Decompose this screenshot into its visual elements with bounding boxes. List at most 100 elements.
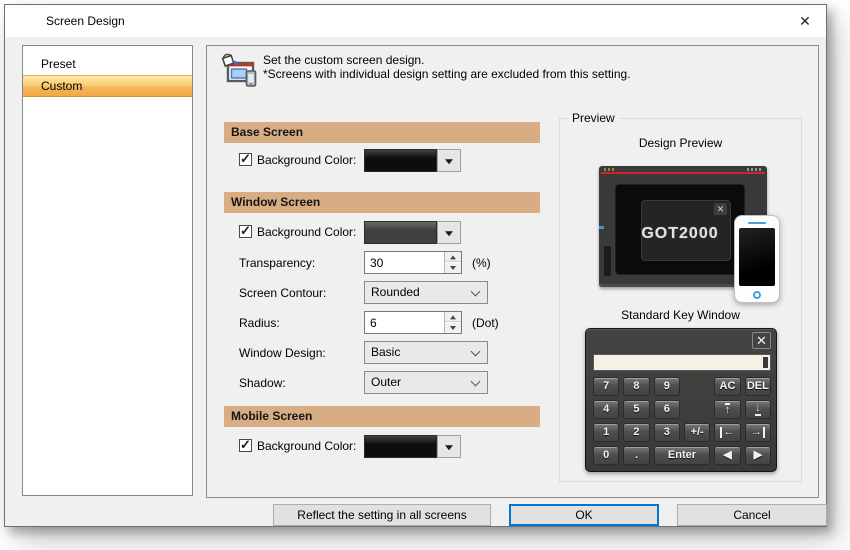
- key-label: 4: [603, 403, 610, 415]
- design-preview-title: Design Preview: [638, 136, 723, 150]
- keypad-key-4: 4: [593, 400, 620, 419]
- list-item-preset[interactable]: Preset: [23, 53, 192, 75]
- key-label: ▶: [753, 449, 763, 461]
- key-label: 8: [633, 380, 640, 392]
- spin-down-button[interactable]: [445, 263, 461, 273]
- base-color-dropdown-button[interactable]: [437, 149, 461, 172]
- keypad-key-8: 8: [623, 377, 650, 396]
- keypad-key-3: 3: [653, 423, 680, 442]
- key-label: ↓: [755, 402, 761, 416]
- window-background-color-swatch[interactable]: [364, 221, 437, 244]
- radius-spinner: [364, 311, 462, 334]
- design-type-list: Preset Custom: [22, 45, 193, 496]
- mobile-phone-preview: [734, 215, 780, 303]
- transparency-spinner: [364, 251, 462, 274]
- dialog-title: Screen Design: [46, 14, 125, 28]
- window-close-icon: ✕: [714, 203, 727, 215]
- spin-up-button[interactable]: [445, 312, 461, 322]
- key-label: 1: [603, 426, 610, 438]
- screen-contour-value: Rounded: [371, 285, 420, 299]
- section-header-base-screen: Base Screen: [224, 122, 540, 143]
- preview-group-label: Preview: [568, 111, 619, 125]
- transparency-unit: (%): [472, 256, 491, 270]
- cancel-button[interactable]: Cancel: [677, 504, 827, 526]
- key-window-title: Standard Key Window: [621, 308, 740, 322]
- preview-group: Preview Design Preview ✕ GOT2000 Standar…: [559, 111, 802, 482]
- settings-panel: Set the custom screen design. *Screens w…: [206, 45, 819, 498]
- got-screen: ✕ GOT2000: [615, 184, 745, 275]
- base-background-color-checkbox[interactable]: [239, 151, 252, 167]
- window-background-color-checkbox[interactable]: [239, 223, 252, 239]
- list-item-custom[interactable]: Custom: [23, 75, 192, 97]
- keypad-key-AC: AC: [714, 377, 741, 396]
- transparency-input[interactable]: [365, 252, 443, 273]
- key-label: 6: [663, 403, 670, 415]
- keypad-keys: 7 8 9 AC DEL 4 5 6 ↑ ↓ 1 2 3 +/- ← → 0. Enter ◀ ▶: [593, 377, 771, 465]
- chevron-down-icon: [470, 286, 481, 297]
- bezel-red-stripe: [601, 172, 765, 174]
- keypad-key-↑: ↑: [714, 400, 741, 419]
- keypad-key-9: 9: [653, 377, 680, 396]
- dropdown-arrow-icon: [445, 230, 453, 236]
- spin-down-icon: [450, 326, 456, 330]
- bezel-detail: [599, 226, 604, 229]
- screen-contour-select[interactable]: Rounded: [364, 281, 488, 304]
- mobile-background-color-label: Background Color:: [257, 439, 357, 453]
- spin-down-icon: [450, 266, 456, 270]
- key-label: ←: [720, 427, 734, 438]
- spin-down-button[interactable]: [445, 323, 461, 333]
- keypad-close-icon: ✕: [752, 332, 771, 349]
- key-label: Enter: [667, 449, 697, 461]
- keypad-key-◀: ◀: [714, 446, 741, 465]
- key-label: .: [634, 449, 639, 461]
- chevron-down-icon: [470, 346, 481, 357]
- spin-up-icon: [450, 254, 456, 259]
- chevron-down-icon: [470, 376, 481, 387]
- screen-contour-label: Screen Contour:: [239, 286, 327, 300]
- key-label: AC: [719, 380, 736, 392]
- radius-input[interactable]: [365, 312, 443, 333]
- close-icon[interactable]: ✕: [792, 10, 818, 32]
- base-background-color-label: Background Color:: [257, 153, 357, 167]
- intro-line-2: *Screens with individual design setting …: [263, 67, 631, 81]
- phone-speaker: [748, 222, 766, 224]
- base-background-color-swatch[interactable]: [364, 149, 437, 172]
- reflect-setting-button[interactable]: Reflect the setting in all screens: [273, 504, 491, 526]
- bezel-detail: [747, 168, 761, 171]
- key-label: 5: [633, 403, 640, 415]
- keypad-key-↓: ↓: [744, 400, 771, 419]
- screen-design-dialog: Screen Design ✕ Preset Custom Set the cu…: [4, 4, 827, 527]
- keypad-input-display: [593, 354, 771, 371]
- mobile-color-dropdown-button[interactable]: [437, 435, 461, 458]
- keypad-key-Enter: Enter: [653, 446, 711, 465]
- key-label: ↑: [724, 403, 731, 416]
- spin-up-button[interactable]: [445, 252, 461, 262]
- keypad-key-6: 6: [653, 400, 680, 419]
- transparency-label: Transparency:: [239, 256, 316, 270]
- radius-label: Radius:: [239, 316, 280, 330]
- key-label: 9: [663, 380, 670, 392]
- keypad-key-2: 2: [623, 423, 650, 442]
- shadow-select[interactable]: Outer: [364, 371, 488, 394]
- keypad-key-DEL: DEL: [744, 377, 771, 396]
- dialog-titlebar[interactable]: Screen Design ✕: [5, 5, 826, 37]
- mobile-background-color-checkbox[interactable]: [239, 437, 252, 453]
- section-header-window-screen: Window Screen: [224, 192, 540, 213]
- keypad-key-.: .: [623, 446, 650, 465]
- radius-unit: (Dot): [472, 316, 499, 330]
- window-design-select[interactable]: Basic: [364, 341, 488, 364]
- section-header-mobile-screen: Mobile Screen: [224, 406, 540, 427]
- standard-key-window-preview: ✕ 7 8 9 AC DEL 4 5 6 ↑ ↓ 1 2 3 +/- ← → 0. Enter ◀ ▶: [585, 328, 777, 472]
- got-logo: GOT2000: [641, 225, 719, 242]
- keypad-key-▶: ▶: [744, 446, 771, 465]
- key-label: ◀: [723, 449, 732, 461]
- intro-line-1: Set the custom screen design.: [263, 53, 425, 67]
- shadow-value: Outer: [371, 375, 402, 389]
- key-label: 3: [663, 426, 670, 438]
- keypad-key-5: 5: [623, 400, 650, 419]
- mobile-background-color-swatch[interactable]: [364, 435, 437, 458]
- key-label: 2: [633, 426, 640, 438]
- window-color-dropdown-button[interactable]: [437, 221, 461, 244]
- ok-button[interactable]: OK: [509, 504, 659, 526]
- spinner-buttons: [444, 252, 461, 273]
